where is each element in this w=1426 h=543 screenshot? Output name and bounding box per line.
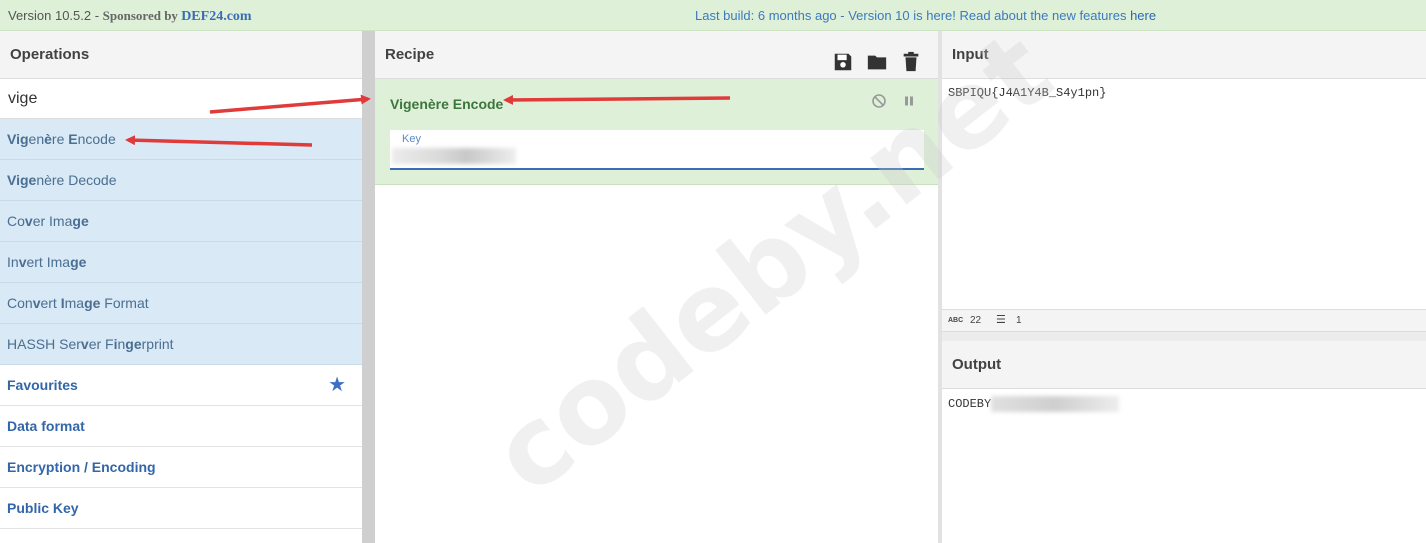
recipe-toolbar (832, 45, 922, 72)
output-textarea[interactable]: CODEBY (942, 389, 1426, 539)
op-result-hassh-server-fingerprint[interactable]: HASSH Server Fingerprint (0, 324, 362, 365)
output-value: CODEBY (948, 397, 992, 412)
op-result-cover-image[interactable]: Cover Image (0, 201, 362, 242)
operations-search-input[interactable] (0, 79, 362, 119)
category-encryption-encoding[interactable]: Encryption / Encoding (0, 447, 362, 488)
features-link[interactable]: here (1130, 8, 1156, 23)
category-label: Public Key (7, 500, 79, 516)
recipe-header: Recipe (375, 31, 938, 79)
version-text: Version 10.5.2 - (8, 8, 103, 23)
redacted-key-value (392, 148, 516, 164)
category-public-key[interactable]: Public Key (0, 488, 362, 529)
input-length: 22 (970, 315, 982, 326)
recipe-operation-name: Vigenère Encode (390, 96, 504, 112)
category-label: Encryption / Encoding (7, 459, 156, 475)
top-banner: Version 10.5.2 - Sponsored by DEF24.com … (0, 0, 1426, 31)
op-result-vigenere-decode[interactable]: Vigenère Decode (0, 160, 362, 201)
output-title: Output (942, 341, 1426, 389)
save-icon[interactable] (832, 45, 854, 71)
io-pane: Input SBPIQU{J4A1Y4B_S4y1pn} ABC 22 ☰ 1 … (942, 31, 1426, 543)
sponsor-text: Sponsored by (102, 8, 182, 23)
io-resize-divider[interactable] (942, 331, 1426, 341)
star-icon: ★ (328, 374, 346, 396)
redacted-output-value (991, 396, 1120, 412)
lines-icon: ☰ (996, 314, 1006, 326)
operations-title: Operations (0, 31, 362, 79)
operations-pane: Operations Vigenère Encode Vigenère Deco… (0, 31, 362, 543)
input-title: Input (942, 31, 1426, 79)
op-result-convert-image-format[interactable]: Convert Image Format (0, 283, 362, 324)
trash-icon[interactable] (900, 45, 922, 72)
ops-recipe-resize-gutter[interactable] (362, 31, 375, 543)
input-status-bar: ABC 22 ☰ 1 (942, 309, 1426, 331)
key-input[interactable]: Key (390, 130, 924, 170)
abc-icon: ABC (948, 317, 964, 324)
pause-icon[interactable] (901, 93, 917, 109)
disable-icon[interactable] (871, 93, 887, 109)
recipe-operation-card[interactable]: Vigenère Encode Key (375, 79, 938, 185)
recipe-title: Recipe (385, 46, 435, 63)
recipe-pane: Recipe Vigenère Encode Key (375, 31, 938, 543)
build-text: Last build: 6 months ago - Version 10 is… (695, 8, 1131, 23)
category-data-format[interactable]: Data format (0, 406, 362, 447)
operations-results-list: Vigenère Encode Vigenère Decode Cover Im… (0, 119, 362, 365)
category-favourites[interactable]: Favourites ★ (0, 365, 362, 406)
sponsor-link[interactable]: DEF24.com (181, 9, 251, 24)
category-label: Data format (7, 418, 85, 434)
input-textarea[interactable]: SBPIQU{J4A1Y4B_S4y1pn} (942, 79, 1426, 309)
banner-version: Version 10.5.2 - Sponsored by DEF24.com (8, 8, 252, 25)
op-result-invert-image[interactable]: Invert Image (0, 242, 362, 283)
op-result-vigenere-encode[interactable]: Vigenère Encode (0, 119, 362, 160)
input-lines: 1 (1016, 315, 1022, 326)
category-label: Favourites (7, 377, 78, 393)
folder-icon[interactable] (866, 45, 888, 70)
banner-build-info: Last build: 6 months ago - Version 10 is… (695, 8, 1156, 23)
key-label: Key (402, 133, 421, 145)
